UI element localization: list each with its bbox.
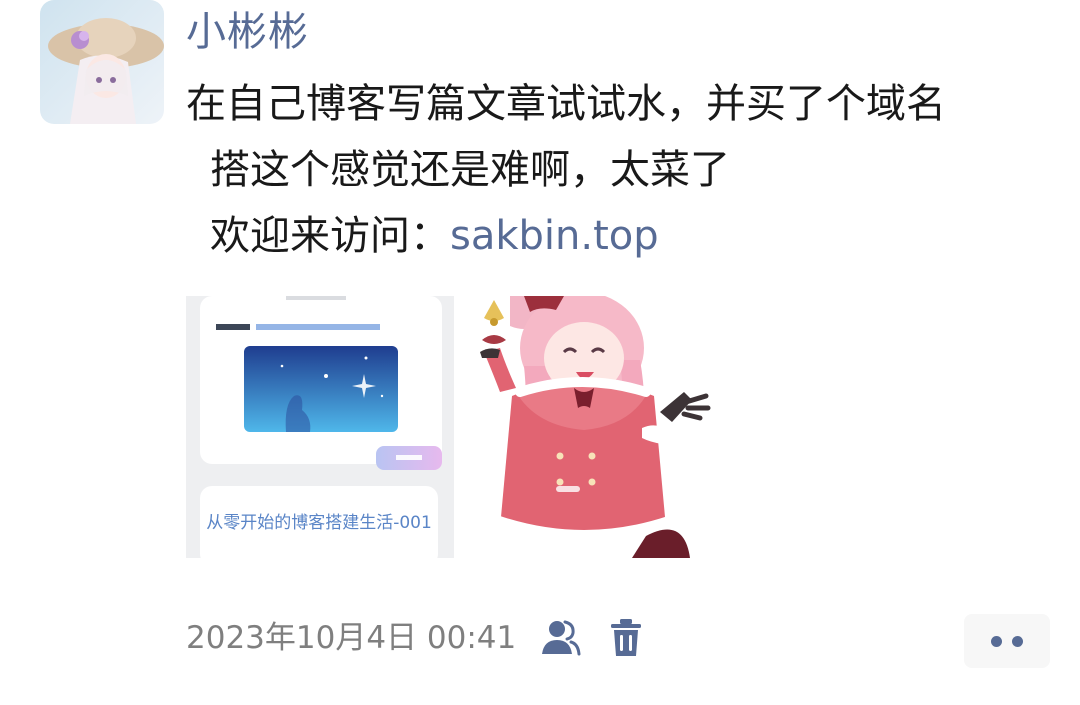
post-timestamp: 2023年10月4日 00:41 bbox=[186, 620, 517, 656]
post-content: 在自己博客写篇文章试试水，并买了个域名 搭这个感觉还是难啊，太菜了 欢迎来访问：… bbox=[186, 78, 1056, 276]
post-image-anime-illustration[interactable] bbox=[460, 296, 728, 558]
blog-screenshot-image: 从零开始的博客搭建生活-001 bbox=[186, 296, 454, 558]
users-icon[interactable] bbox=[538, 616, 582, 660]
trash-icon-glyph bbox=[611, 619, 641, 656]
post-text-line-1: 在自己博客写篇文章试试水，并买了个域名 bbox=[186, 81, 946, 127]
post-footer: 2023年10月4日 00:41 bbox=[186, 614, 1056, 668]
anime-girl-image bbox=[460, 296, 728, 558]
avatar-image bbox=[40, 0, 164, 124]
blog-card-title: 从零开始的博客搭建生活-001 bbox=[206, 513, 432, 533]
moments-post: 小彬彬 在自己博客写篇文章试试水，并买了个域名 搭这个感觉还是难啊，太菜了 欢迎… bbox=[0, 0, 1080, 705]
post-text-line-2: 搭这个感觉还是难啊，太菜了 bbox=[210, 147, 730, 193]
post-text-line-3: 欢迎来访问：sakbin.top bbox=[186, 210, 1056, 276]
more-options-button[interactable] bbox=[964, 614, 1050, 668]
more-dots-icon bbox=[991, 636, 1002, 647]
blog-link[interactable]: sakbin.top bbox=[450, 213, 659, 259]
post-image-blog-screenshot[interactable]: 从零开始的博客搭建生活-001 bbox=[186, 296, 454, 558]
more-dots-icon bbox=[1012, 636, 1023, 647]
author-name[interactable]: 小彬彬 bbox=[186, 8, 309, 56]
welcome-prefix: 欢迎来访问： bbox=[210, 213, 450, 259]
avatar[interactable] bbox=[40, 0, 164, 124]
users-icon-glyph bbox=[542, 620, 581, 656]
trash-icon[interactable] bbox=[604, 616, 648, 660]
